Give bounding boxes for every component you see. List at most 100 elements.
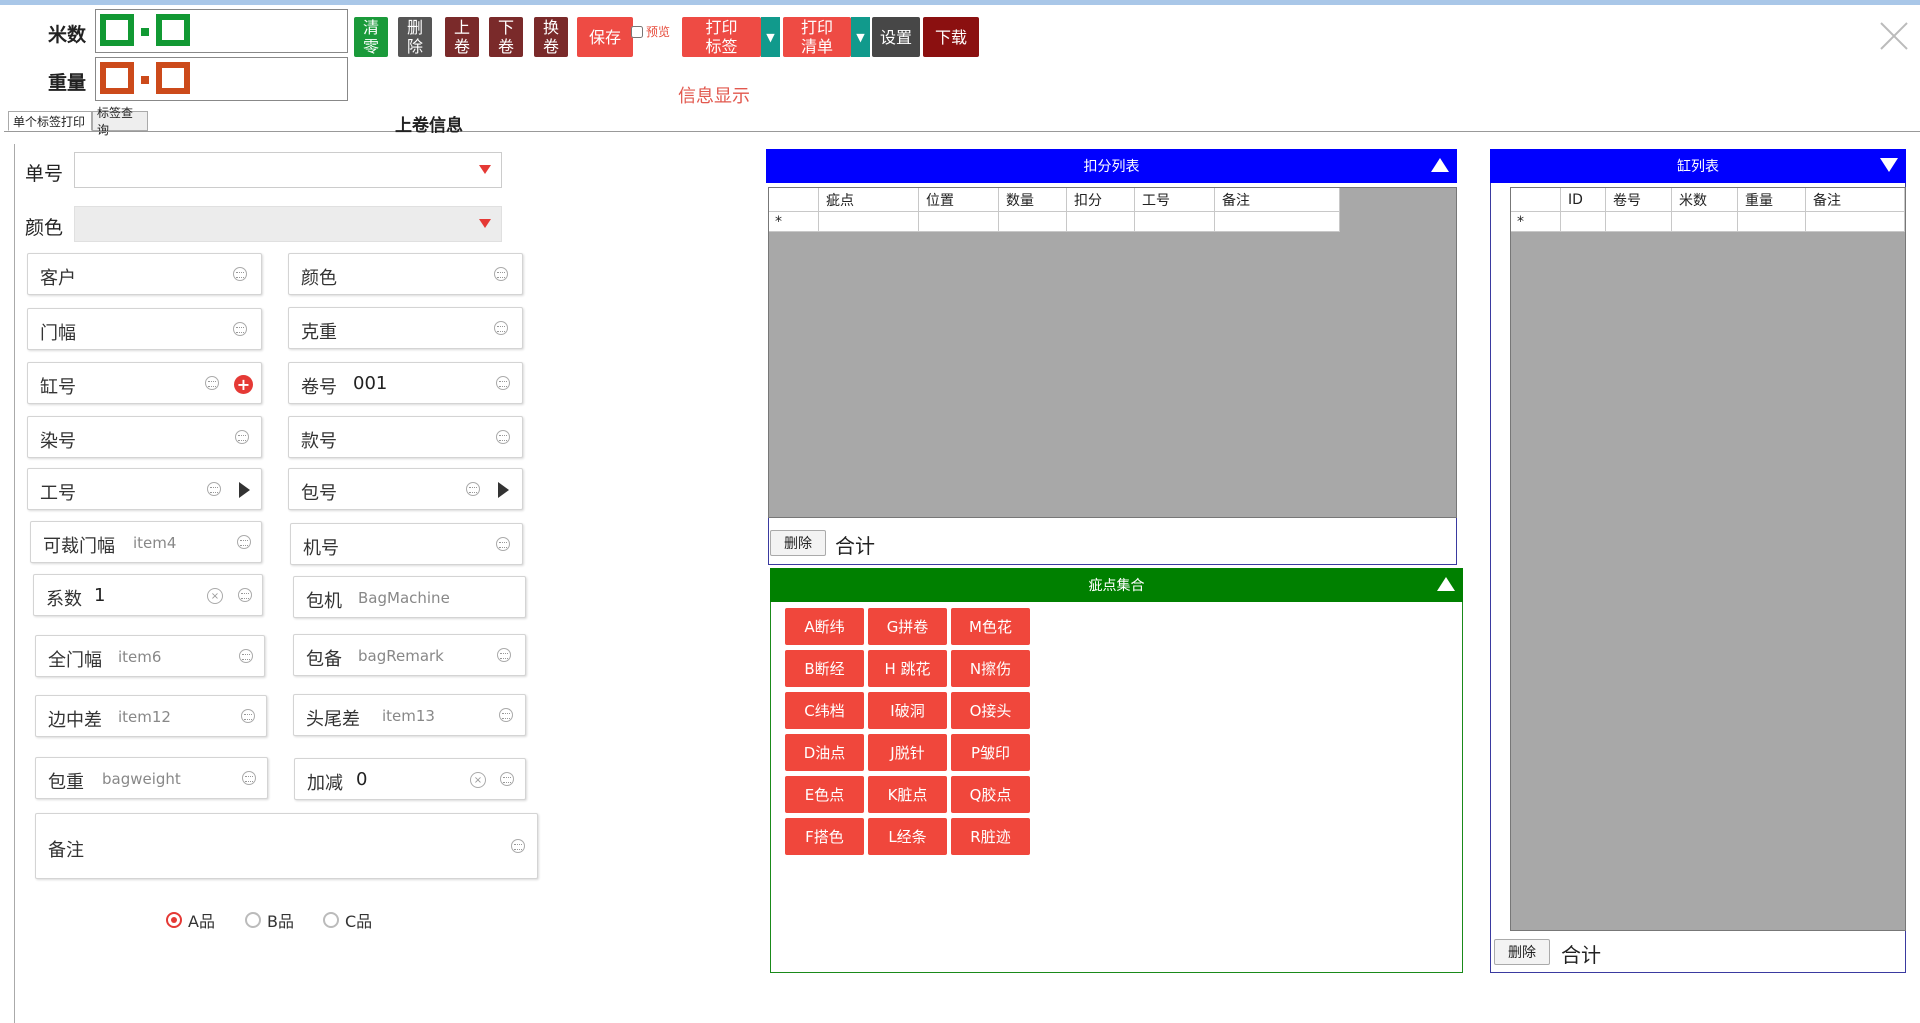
column-header[interactable]: 位置 [919,188,999,212]
column-header[interactable]: 卷号 [1606,188,1672,212]
defect-button[interactable]: J脱针 [868,734,947,771]
print-list-button[interactable]: 打印 清单 [783,17,851,57]
bag-no-field[interactable]: 包号 [288,468,523,510]
down-roll-button[interactable]: 下 卷 [489,17,523,57]
vat-delete-button[interactable]: 删除 [1494,939,1550,965]
defect-button[interactable]: A断纬 [785,608,864,645]
grade-b-radio[interactable]: B品 [245,908,294,932]
machine-no-field[interactable]: 机号 [290,523,523,565]
vat-grid[interactable]: ID 卷号 米数 重量 备注 * [1510,187,1906,931]
column-header[interactable]: 工号 [1135,188,1215,212]
keyboard-icon[interactable] [205,376,219,390]
radio-empty-icon[interactable] [245,912,261,928]
grade-c-radio[interactable]: C品 [323,908,372,932]
style-no-field[interactable]: 款号 [288,416,523,458]
vat-list-header[interactable]: 缸列表 [1490,149,1906,183]
print-list-dropdown-icon[interactable]: ▼ [851,17,870,57]
preview-checkbox[interactable]: 预览 [631,23,670,40]
column-header[interactable]: 米数 [1672,188,1738,212]
table-cell[interactable] [1215,212,1340,232]
defect-button[interactable]: B断经 [785,650,864,687]
keyboard-icon[interactable] [233,267,247,281]
vat-no-field[interactable]: 缸号 + [27,362,262,404]
remark-field[interactable]: 备注 [35,813,538,879]
defect-button[interactable]: G拼卷 [868,608,947,645]
defect-button[interactable]: O接头 [951,692,1030,729]
keyboard-icon[interactable] [496,537,510,551]
save-button[interactable]: 保存 [577,17,633,57]
grade-a-radio[interactable]: A品 [166,908,215,932]
full-width-field[interactable]: 全门幅 item6 [35,635,265,677]
defect-button[interactable]: I破洞 [868,692,947,729]
color-field[interactable]: 颜色 [288,253,523,295]
collapse-down-icon[interactable] [1880,158,1898,172]
bag-machine-field[interactable]: 包机 BagMachine [293,576,526,618]
keyboard-icon[interactable] [496,430,510,444]
table-cell[interactable] [1067,212,1135,232]
table-row[interactable]: * [1511,212,1905,232]
defect-button[interactable]: E色点 [785,776,864,813]
deduction-delete-button[interactable]: 删除 [770,530,826,556]
table-row[interactable]: * [769,212,1340,232]
keyboard-icon[interactable] [235,430,249,444]
column-header[interactable]: 重量 [1738,188,1806,212]
table-cell[interactable] [999,212,1067,232]
keyboard-icon[interactable] [242,771,256,785]
table-cell[interactable] [1606,212,1672,232]
defect-button[interactable]: F搭色 [785,818,864,855]
keyboard-icon[interactable] [238,588,252,602]
table-cell[interactable] [1806,212,1905,232]
defect-button[interactable]: N擦伤 [951,650,1030,687]
radio-empty-icon[interactable] [323,912,339,928]
up-roll-button[interactable]: 上 卷 [445,17,479,57]
bag-weight-field[interactable]: 包重 bagweight [35,757,268,799]
keyboard-icon[interactable] [499,708,513,722]
defect-set-header[interactable]: 疵点集合 [770,568,1463,602]
deduction-grid[interactable]: 疵点 位置 数量 扣分 工号 备注 * [768,187,1457,518]
dropdown-arrow-icon[interactable] [479,219,491,228]
column-header[interactable]: 数量 [999,188,1067,212]
play-icon[interactable] [239,482,250,498]
table-cell[interactable] [919,212,999,232]
defect-button[interactable]: Q胶点 [951,776,1030,813]
keyboard-icon[interactable] [466,482,480,496]
roll-no-field[interactable]: 卷号 001 [288,362,523,404]
table-cell[interactable] [1561,212,1606,232]
print-label-dropdown-icon[interactable]: ▼ [761,17,780,57]
add-sub-field[interactable]: 加减 0 × [294,758,526,800]
keyboard-icon[interactable] [239,649,253,663]
keyboard-icon[interactable] [241,709,255,723]
keyboard-icon[interactable] [233,322,247,336]
keyboard-icon[interactable] [511,839,525,853]
dropdown-arrow-icon[interactable] [479,165,491,174]
close-icon[interactable] [1878,20,1910,52]
customer-field[interactable]: 客户 [27,253,262,295]
table-cell[interactable] [1738,212,1806,232]
keyboard-icon[interactable] [494,267,508,281]
defect-button[interactable]: K脏点 [868,776,947,813]
column-header[interactable]: 备注 [1806,188,1905,212]
keyboard-icon[interactable] [494,321,508,335]
defect-button[interactable]: P皱印 [951,734,1030,771]
table-cell[interactable] [819,212,919,232]
defect-button[interactable]: L经条 [868,818,947,855]
defect-button[interactable]: M色花 [951,608,1030,645]
table-cell[interactable] [1672,212,1738,232]
tab-single-label-print[interactable]: 单个标签打印 [8,111,92,131]
keyboard-icon[interactable] [496,376,510,390]
clear-button[interactable]: 清 零 [354,17,388,57]
collapse-up-icon[interactable] [1437,577,1455,591]
defect-button[interactable]: R脏迹 [951,818,1030,855]
defect-button[interactable]: H 跳花 [868,650,947,687]
order-no-combobox[interactable] [74,152,502,188]
keyboard-icon[interactable] [237,535,251,549]
keyboard-icon[interactable] [497,648,511,662]
defect-button[interactable]: C纬档 [785,692,864,729]
dye-no-field[interactable]: 染号 [27,416,262,458]
coefficient-field[interactable]: 系数 1 × [33,574,263,616]
column-header[interactable]: 备注 [1215,188,1340,212]
head-tail-diff-field[interactable]: 头尾差 item13 [293,694,526,736]
play-icon[interactable] [498,482,509,498]
keyboard-icon[interactable] [207,482,221,496]
clear-icon[interactable]: × [470,772,486,788]
